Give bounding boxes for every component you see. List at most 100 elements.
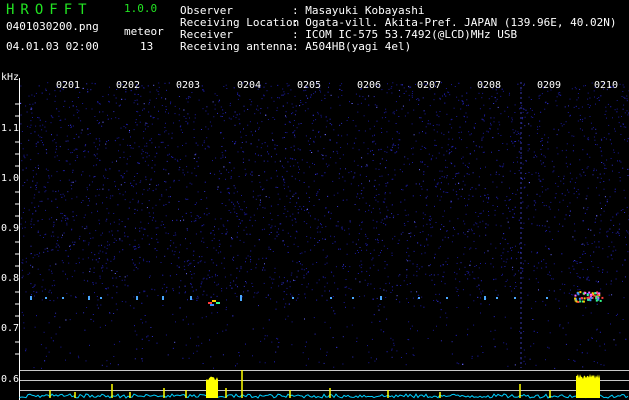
noise-pixel <box>377 269 379 271</box>
noise-pixel <box>263 282 265 284</box>
noise-pixel <box>467 334 468 336</box>
noise-pixel <box>565 121 567 123</box>
noise-pixel <box>494 209 496 211</box>
noise-pixel <box>252 134 253 136</box>
noise-pixel <box>573 144 575 146</box>
noise-pixel <box>28 139 30 141</box>
noise-pixel <box>30 120 32 122</box>
noise-pixel <box>385 117 387 118</box>
noise-pixel <box>620 161 622 163</box>
noise-pixel <box>37 268 39 270</box>
noise-pixel <box>118 82 120 84</box>
noise-pixel <box>284 93 286 95</box>
noise-pixel <box>518 270 520 272</box>
noise-pixel <box>342 363 344 365</box>
noise-pixel <box>549 274 551 276</box>
noise-pixel <box>548 289 550 291</box>
noise-pixel <box>32 213 34 215</box>
noise-pixel <box>78 357 80 359</box>
noise-pixel <box>286 280 288 282</box>
noise-pixel <box>619 177 621 178</box>
noise-pixel <box>200 286 202 288</box>
noise-pixel <box>106 288 107 290</box>
noise-pixel <box>286 102 288 104</box>
noise-pixel <box>257 291 259 293</box>
noise-pixel <box>478 146 480 148</box>
noise-pixel <box>106 208 108 210</box>
noise-pixel <box>319 231 321 233</box>
noise-pixel <box>30 220 32 222</box>
noise-pixel <box>163 168 165 170</box>
noise-pixel <box>488 211 489 212</box>
noise-pixel <box>354 172 356 174</box>
noise-pixel <box>549 271 550 273</box>
noise-pixel <box>163 224 164 225</box>
noise-pixel <box>62 262 64 264</box>
noise-pixel <box>449 152 451 153</box>
noise-pixel <box>371 150 373 151</box>
echo-mark <box>597 298 600 301</box>
noise-pixel <box>187 113 189 115</box>
noise-pixel <box>112 234 113 236</box>
noise-pixel <box>558 176 560 177</box>
noise-pixel <box>339 168 341 170</box>
noise-pixel <box>478 267 480 269</box>
noise-pixel <box>255 198 257 200</box>
noise-pixel <box>572 236 574 238</box>
noise-pixel <box>112 285 114 287</box>
noise-pixel <box>556 96 558 98</box>
noise-pixel <box>187 264 189 266</box>
noise-pixel <box>65 273 66 275</box>
noise-pixel <box>121 98 123 100</box>
noise-pixel <box>151 336 153 337</box>
noise-pixel <box>153 84 155 86</box>
noise-pixel <box>108 101 110 103</box>
noise-pixel <box>92 259 94 261</box>
noise-pixel <box>107 114 108 116</box>
noise-pixel <box>341 95 343 96</box>
noise-pixel <box>394 145 396 146</box>
noise-pixel <box>462 162 464 164</box>
noise-pixel <box>539 195 541 197</box>
noise-pixel <box>424 214 426 216</box>
noise-pixel <box>405 90 407 92</box>
noise-pixel <box>270 205 272 207</box>
echo-mark <box>587 296 590 299</box>
noise-pixel <box>383 331 385 333</box>
noise-pixel <box>593 90 595 92</box>
noise-pixel <box>325 207 327 209</box>
noise-pixel <box>182 357 184 359</box>
noise-pixel <box>356 337 358 339</box>
noise-pixel <box>140 221 142 223</box>
noise-pixel <box>541 163 543 165</box>
noise-pixel <box>262 327 264 329</box>
noise-pixel <box>239 239 241 241</box>
noise-pixel <box>116 137 118 139</box>
noise-pixel <box>561 283 563 285</box>
echo-mark <box>352 297 354 299</box>
noise-pixel <box>321 99 323 101</box>
noise-pixel <box>558 94 560 96</box>
noise-pixel <box>223 166 225 168</box>
noise-pixel <box>309 166 311 168</box>
noise-pixel <box>71 152 73 153</box>
noise-pixel <box>542 178 544 180</box>
noise-pixel <box>294 280 296 281</box>
noise-pixel <box>27 273 29 275</box>
noise-pixel <box>606 231 608 233</box>
noise-pixel <box>599 173 601 175</box>
noise-pixel <box>291 113 292 115</box>
noise-pixel <box>510 247 511 249</box>
noise-pixel <box>626 206 628 208</box>
noise-pixel <box>619 223 621 225</box>
noise-pixel <box>120 184 122 186</box>
noise-pixel <box>290 235 292 237</box>
noise-pixel <box>624 212 626 213</box>
noise-pixel <box>223 120 225 122</box>
noise-pixel <box>186 198 188 200</box>
noise-pixel <box>285 111 287 113</box>
noise-pixel <box>128 207 130 209</box>
noise-pixel <box>406 298 408 300</box>
noise-pixel <box>65 319 67 321</box>
noise-pixel <box>516 134 518 135</box>
